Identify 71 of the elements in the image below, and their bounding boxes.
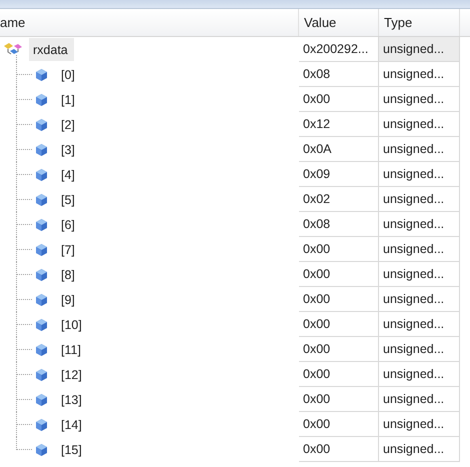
type-cell: unsigned... [379, 87, 460, 112]
type-cell: unsigned... [379, 112, 460, 137]
value-cell: 0x00 [299, 237, 379, 262]
type-cell: unsigned... [379, 437, 460, 462]
element-name[interactable]: [2] [57, 113, 81, 136]
element-name[interactable]: [12] [57, 363, 88, 386]
element-name[interactable]: [8] [57, 263, 81, 286]
type-cell: unsigned... [379, 187, 460, 212]
cube-icon [36, 294, 47, 306]
element-name[interactable]: [1] [57, 88, 81, 111]
cube-icon [36, 368, 47, 380]
type-cell: unsigned... [379, 237, 460, 262]
value-cell: 0x00 [299, 437, 379, 462]
element-name[interactable]: [4] [57, 163, 81, 186]
column-header[interactable]: ame [0, 9, 299, 36]
column-header[interactable]: Type [379, 9, 460, 36]
element-name[interactable]: [6] [57, 213, 81, 236]
element-name[interactable]: [15] [57, 438, 88, 461]
value-cell: 0x08 [299, 62, 379, 87]
cube-icon [36, 444, 47, 456]
type-cell: unsigned... [379, 262, 460, 287]
value-cell: 0x00 [299, 287, 379, 312]
cube-icon [36, 268, 47, 280]
cube-icon [36, 144, 47, 156]
value-cell: 0x00 [299, 262, 379, 287]
value-cell: 0x09 [299, 162, 379, 187]
cube-icon [36, 68, 47, 80]
type-cell: unsigned... [379, 37, 460, 62]
type-cell: unsigned... [379, 412, 460, 437]
cube-icon [36, 194, 47, 206]
value-cell: 0x00 [299, 87, 379, 112]
type-cell: unsigned... [379, 387, 460, 412]
cube-icon [36, 394, 47, 406]
type-cell: unsigned... [379, 337, 460, 362]
value-cell: 0x00 [299, 362, 379, 387]
cube-icon [36, 244, 47, 256]
cube-icon [36, 218, 47, 230]
variable-name[interactable]: rxdata [29, 38, 74, 61]
column-header[interactable]: Value [299, 9, 379, 36]
type-cell: unsigned... [379, 362, 460, 387]
element-name[interactable]: [3] [57, 138, 81, 161]
element-name[interactable]: [13] [57, 388, 88, 411]
cube-icon [36, 118, 47, 130]
type-cell: unsigned... [379, 162, 460, 187]
type-cell: unsigned... [379, 62, 460, 87]
element-name[interactable]: [10] [57, 313, 88, 336]
type-cell: unsigned... [379, 287, 460, 312]
cube-icon [36, 344, 47, 356]
value-cell: 0x0A [299, 137, 379, 162]
cube-icon [36, 318, 47, 330]
value-cell: 0x00 [299, 337, 379, 362]
type-cell: unsigned... [379, 137, 460, 162]
element-name[interactable]: [11] [57, 338, 87, 361]
cube-icon [36, 94, 47, 106]
structure-icon [3, 42, 23, 58]
value-cell: 0x00 [299, 387, 379, 412]
type-cell: unsigned... [379, 312, 460, 337]
element-name[interactable]: [14] [57, 413, 88, 436]
cube-icon [36, 168, 47, 180]
value-cell: 0x12 [299, 112, 379, 137]
value-cell: 0x00 [299, 312, 379, 337]
value-cell: 0x02 [299, 187, 379, 212]
element-name[interactable]: [9] [57, 288, 81, 311]
value-cell: 0x08 [299, 212, 379, 237]
element-name[interactable]: [5] [57, 188, 81, 211]
element-name[interactable]: [0] [57, 63, 81, 86]
type-cell: unsigned... [379, 212, 460, 237]
value-cell: 0x00 [299, 412, 379, 437]
cube-icon [36, 418, 47, 430]
element-name[interactable]: [7] [57, 238, 81, 261]
value-cell: 0x200292... [299, 37, 379, 62]
